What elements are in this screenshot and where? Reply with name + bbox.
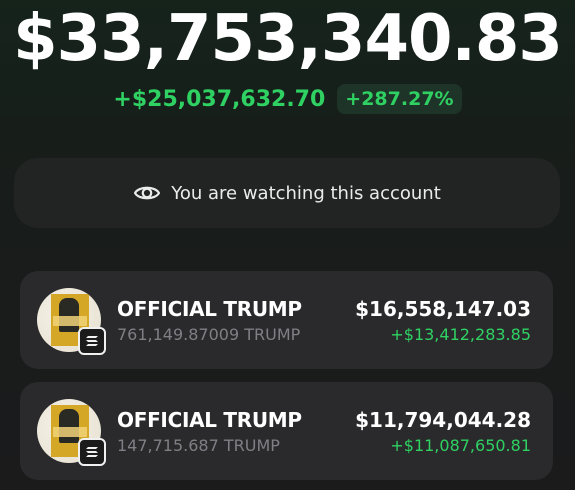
token-value: $11,794,044.28 <box>355 408 531 432</box>
token-row[interactable]: OFFICIAL TRUMP 761,149.87009 TRUMP $16,5… <box>20 271 553 369</box>
token-quantity: 147,715.687 TRUMP <box>117 436 280 455</box>
solana-icon <box>78 327 106 355</box>
token-gain: +$13,412,283.85 <box>390 325 531 344</box>
solana-icon <box>78 438 106 466</box>
token-quantity: 761,149.87009 TRUMP <box>117 325 301 344</box>
token-gain: +$11,087,650.81 <box>390 436 531 455</box>
watching-account-text: You are watching this account <box>171 182 441 204</box>
token-name: OFFICIAL TRUMP <box>117 408 302 432</box>
portfolio-change-percent-badge: +287.27% <box>337 84 462 114</box>
token-value: $16,558,147.03 <box>355 297 531 321</box>
portfolio-change-row: +$25,037,632.70 +287.27% <box>0 84 575 114</box>
token-name: OFFICIAL TRUMP <box>117 297 302 321</box>
eye-icon <box>133 183 161 203</box>
portfolio-change-amount: +$25,037,632.70 <box>113 86 326 112</box>
token-row[interactable]: OFFICIAL TRUMP 147,715.687 TRUMP $11,794… <box>20 382 553 480</box>
portfolio-balance: $33,753,340.83 <box>13 2 563 76</box>
watching-account-banner[interactable]: You are watching this account <box>14 158 560 228</box>
